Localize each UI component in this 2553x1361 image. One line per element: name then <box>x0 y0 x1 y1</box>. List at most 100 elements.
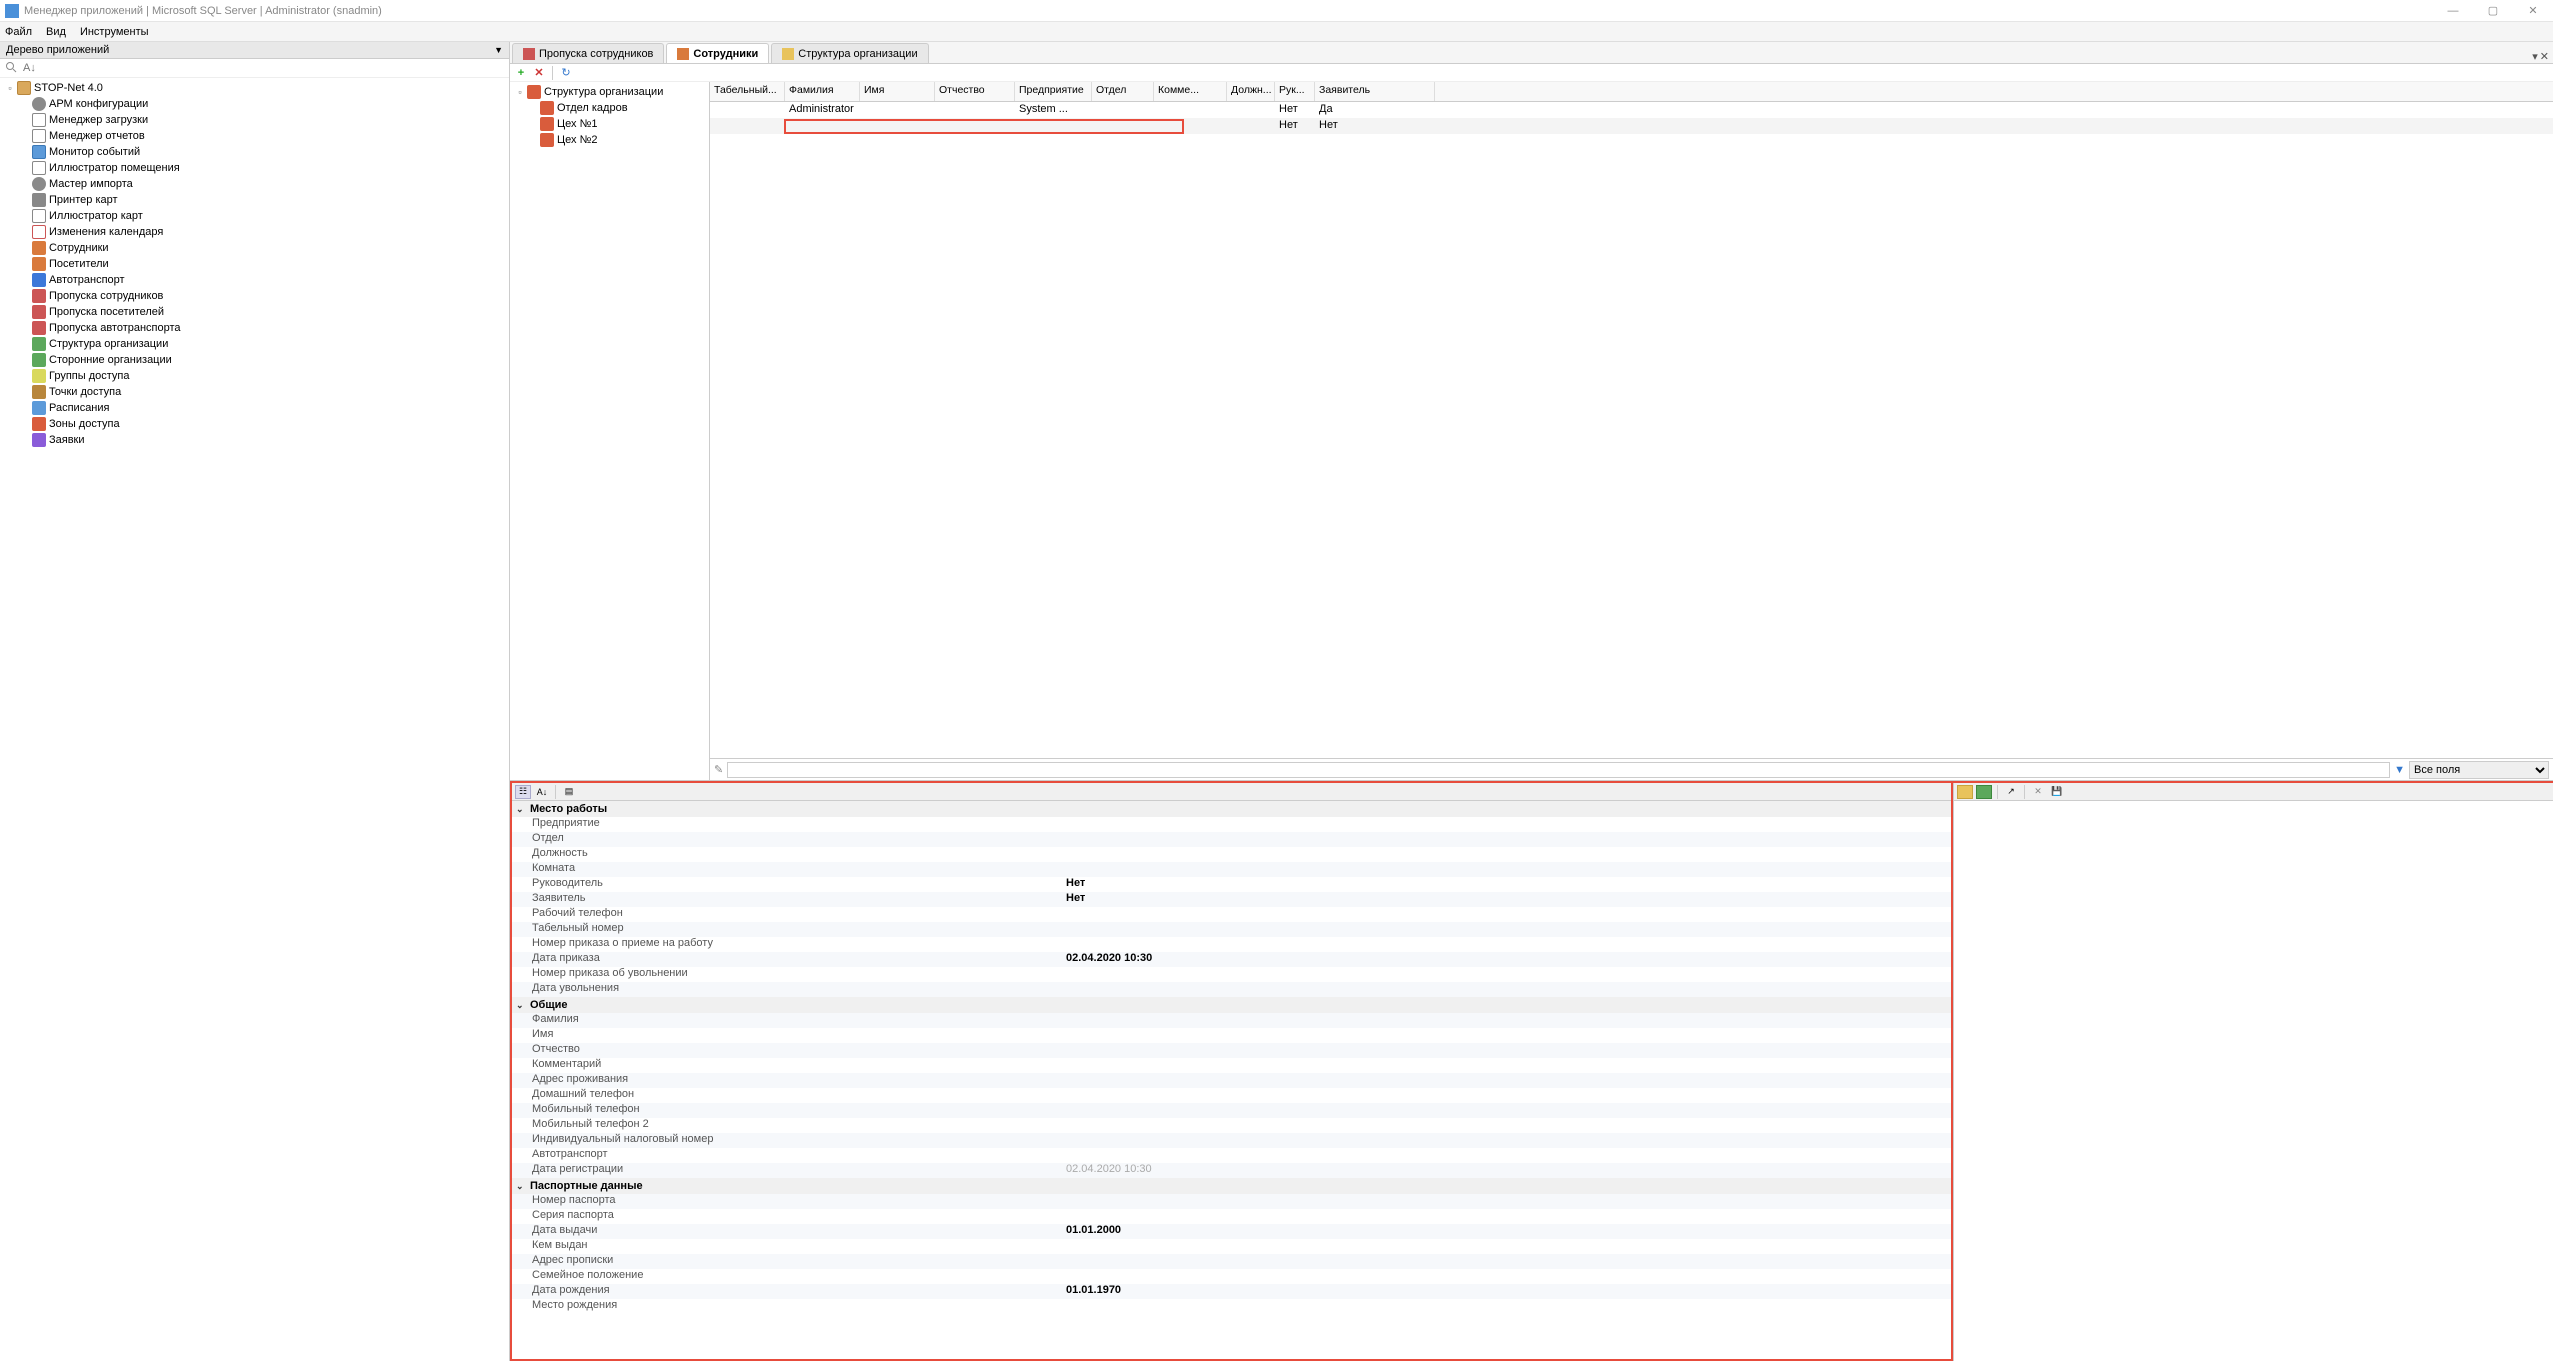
property-value[interactable] <box>1062 1194 1951 1209</box>
property-row[interactable]: Адрес прописки <box>512 1254 1951 1269</box>
property-value[interactable] <box>1062 1209 1951 1224</box>
menu-view[interactable]: Вид <box>46 26 66 38</box>
property-row[interactable]: Комментарий <box>512 1058 1951 1073</box>
property-row[interactable]: Предприятие <box>512 817 1951 832</box>
property-row[interactable]: РуководительНет <box>512 877 1951 892</box>
property-value[interactable]: Нет <box>1062 892 1951 907</box>
filter-funnel-icon[interactable]: ▼ <box>2394 764 2405 776</box>
remove-button[interactable]: ✕ <box>2030 785 2046 799</box>
property-value[interactable] <box>1062 1103 1951 1118</box>
property-row[interactable]: Отдел <box>512 832 1951 847</box>
column-header[interactable]: Рук... <box>1275 82 1315 101</box>
org-item[interactable]: Цех №2 <box>510 132 709 148</box>
property-value[interactable] <box>1062 1043 1951 1058</box>
property-row[interactable]: ЗаявительНет <box>512 892 1951 907</box>
property-value[interactable]: 01.01.2000 <box>1062 1224 1951 1239</box>
property-value[interactable] <box>1062 1254 1951 1269</box>
property-value[interactable] <box>1062 862 1951 877</box>
property-row[interactable]: Номер приказа о приеме на работу <box>512 937 1951 952</box>
property-row[interactable]: Фамилия <box>512 1013 1951 1028</box>
minimize-button[interactable]: — <box>2433 0 2473 22</box>
column-header[interactable]: Отдел <box>1092 82 1154 101</box>
property-row[interactable]: Мобильный телефон 2 <box>512 1118 1951 1133</box>
tree-item[interactable]: Иллюстратор помещения <box>0 160 509 176</box>
delete-button[interactable]: ✕ <box>532 66 546 80</box>
tree-item[interactable]: Сторонние организации <box>0 352 509 368</box>
expander-icon[interactable]: ▫ <box>4 82 16 94</box>
property-row[interactable]: Кем выдан <box>512 1239 1951 1254</box>
property-row[interactable]: Рабочий телефон <box>512 907 1951 922</box>
tree-item[interactable]: Пропуска сотрудников <box>0 288 509 304</box>
property-row[interactable]: Имя <box>512 1028 1951 1043</box>
tree-item[interactable]: Зоны доступа <box>0 416 509 432</box>
property-value[interactable] <box>1062 1239 1951 1254</box>
save-button[interactable]: 💾 <box>2049 785 2065 799</box>
tree-root[interactable]: ▫ STOP-Net 4.0 <box>0 80 509 96</box>
property-value[interactable]: 02.04.2020 10:30 <box>1062 952 1951 967</box>
tree-item[interactable]: Посетители <box>0 256 509 272</box>
property-row[interactable]: Домашний телефон <box>512 1088 1951 1103</box>
org-item[interactable]: Отдел кадров <box>510 100 709 116</box>
property-row[interactable]: Дата регистрации02.04.2020 10:30 <box>512 1163 1951 1178</box>
property-row[interactable]: Серия паспорта <box>512 1209 1951 1224</box>
property-row[interactable]: Адрес проживания <box>512 1073 1951 1088</box>
property-value[interactable] <box>1062 847 1951 862</box>
property-category[interactable]: ⌄Место работы <box>512 801 1951 817</box>
maximize-button[interactable]: ▢ <box>2473 0 2513 22</box>
tree-item[interactable]: Заявки <box>0 432 509 448</box>
tree-item[interactable]: Изменения календаря <box>0 224 509 240</box>
close-button[interactable]: ✕ <box>2513 0 2553 22</box>
table-row[interactable]: НетНет <box>710 118 2553 134</box>
property-row[interactable]: Комната <box>512 862 1951 877</box>
org-item[interactable]: Цех №1 <box>510 116 709 132</box>
property-row[interactable]: Табельный номер <box>512 922 1951 937</box>
property-value[interactable] <box>1062 907 1951 922</box>
column-header[interactable]: Должн... <box>1227 82 1275 101</box>
tree-item[interactable]: Пропуска посетителей <box>0 304 509 320</box>
categorize-button[interactable]: ☷ <box>515 785 531 799</box>
tabbar-close-icon[interactable]: ✕ <box>2540 50 2549 63</box>
tree-item[interactable]: Менеджер загрузки <box>0 112 509 128</box>
property-row[interactable]: Отчество <box>512 1043 1951 1058</box>
property-value[interactable] <box>1062 1013 1951 1028</box>
property-row[interactable]: Мобильный телефон <box>512 1103 1951 1118</box>
property-row[interactable]: Дата рождения01.01.1970 <box>512 1284 1951 1299</box>
tree-item[interactable]: Автотранспорт <box>0 272 509 288</box>
sort-button[interactable]: A↓ <box>534 785 550 799</box>
property-list[interactable]: ⌄Место работыПредприятиеОтделДолжностьКо… <box>512 801 1951 1359</box>
property-row[interactable]: Автотранспорт <box>512 1148 1951 1163</box>
property-value[interactable] <box>1062 967 1951 982</box>
open-button[interactable] <box>1976 785 1992 799</box>
add-button[interactable]: + <box>514 66 528 80</box>
search-input[interactable] <box>23 62 504 74</box>
filter-clear-icon[interactable]: ✎ <box>714 763 723 776</box>
column-header[interactable]: Табельный... <box>710 82 785 101</box>
tree-item[interactable]: Мастер импорта <box>0 176 509 192</box>
property-row[interactable]: Место рождения <box>512 1299 1951 1314</box>
property-value[interactable] <box>1062 1058 1951 1073</box>
property-row[interactable]: Номер приказа об увольнении <box>512 967 1951 982</box>
expander-icon[interactable]: ▫ <box>514 86 526 98</box>
tree-item[interactable]: Пропуска автотранспорта <box>0 320 509 336</box>
property-value[interactable] <box>1062 1088 1951 1103</box>
tree-item[interactable]: Принтер карт <box>0 192 509 208</box>
filter-field-select[interactable]: Все поля <box>2409 761 2549 779</box>
photo-icon[interactable] <box>1957 785 1973 799</box>
property-category[interactable]: ⌄Паспортные данные <box>512 1178 1951 1194</box>
menu-tools[interactable]: Инструменты <box>80 26 149 38</box>
property-value[interactable]: 01.01.1970 <box>1062 1284 1951 1299</box>
tree-item[interactable]: Расписания <box>0 400 509 416</box>
column-header[interactable]: Имя <box>860 82 935 101</box>
grid-body[interactable]: AdministratorSystem ...НетДаНетНет <box>710 102 2553 758</box>
tab-struktura[interactable]: Структура организации <box>771 43 928 63</box>
property-value[interactable] <box>1062 1133 1951 1148</box>
property-row[interactable]: Должность <box>512 847 1951 862</box>
tree-item[interactable]: Группы доступа <box>0 368 509 384</box>
refresh-button[interactable]: ↻ <box>559 66 573 80</box>
column-header[interactable]: Комме... <box>1154 82 1227 101</box>
property-value[interactable]: 02.04.2020 10:30 <box>1062 1163 1951 1178</box>
property-value[interactable] <box>1062 1148 1951 1163</box>
column-header[interactable]: Заявитель <box>1315 82 1435 101</box>
property-row[interactable]: Индивидуальный налоговый номер <box>512 1133 1951 1148</box>
tree-item[interactable]: Структура организации <box>0 336 509 352</box>
